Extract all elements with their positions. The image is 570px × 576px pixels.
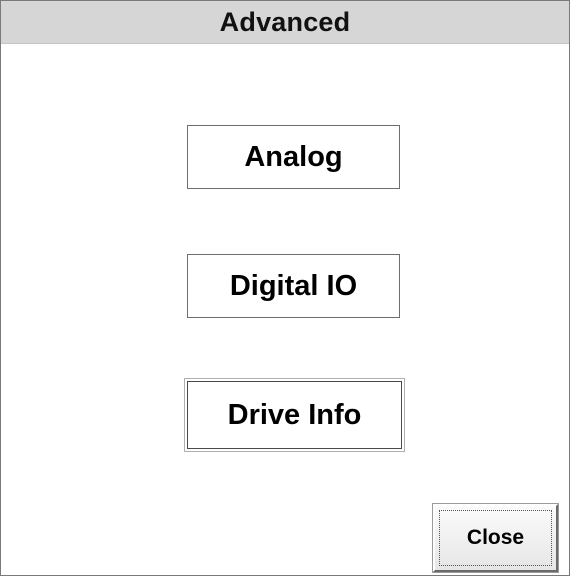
close-button-label: Close <box>466 526 525 549</box>
close-button[interactable]: Close <box>432 503 559 573</box>
drive-info-button[interactable]: Drive Info <box>187 381 402 449</box>
digital-io-button[interactable]: Digital IO <box>187 254 400 318</box>
advanced-dialog: Advanced Analog Digital IO Drive Info Cl… <box>0 0 570 576</box>
analog-button[interactable]: Analog <box>187 125 400 189</box>
title-bar: Advanced <box>1 1 569 44</box>
dialog-title: Advanced <box>219 6 351 37</box>
